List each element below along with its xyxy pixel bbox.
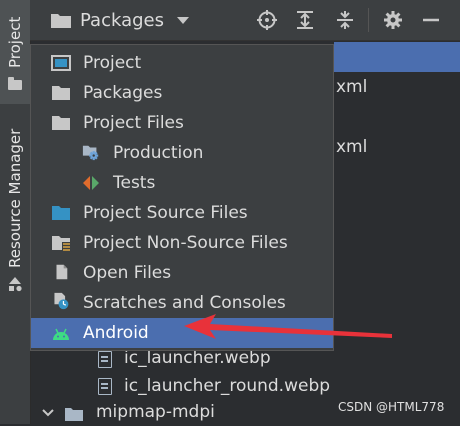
chevron-down-icon[interactable] [176,16,190,25]
minimize-button[interactable] [420,9,442,31]
menu-label: Tests [113,173,156,193]
tests-icon [83,176,99,190]
project-tool-tab[interactable]: Project [0,0,30,104]
tree-file-label: ic_launcher_round.webp [124,376,331,396]
menu-label: Scratches and Consoles [83,293,286,313]
webp-file-icon [98,378,112,395]
folder-icon [65,408,83,421]
settings-button[interactable] [382,9,404,31]
tree-selected-row[interactable] [334,42,460,72]
toolbar-divider [368,8,369,32]
resource-shapes-icon [9,277,22,292]
folder-icon [52,116,70,130]
watermark-text: CSDN @HTML778 [338,400,445,414]
menu-label: Open Files [83,263,172,283]
menu-label: Packages [83,83,163,103]
locate-icon [257,10,277,30]
menu-item-production[interactable]: Production [31,138,333,168]
menu-item-project-non-source-files[interactable]: Project Non-Source Files [31,228,333,258]
menu-label: Project Source Files [83,203,248,223]
tree-folder-label: mipmap-mdpi [96,402,215,422]
tree-row-ic-launcher-round[interactable]: ic_launcher_round.webp [96,374,356,400]
menu-label: Project [83,53,142,73]
collapse-all-icon [337,11,353,29]
menu-item-packages[interactable]: Packages [31,78,333,108]
source-folder-icon [52,206,70,220]
menu-item-open-files[interactable]: Open Files [31,258,333,288]
folder-icon [51,14,71,28]
view-selector-popup: Project Packages Project Files Productio… [30,44,334,351]
folder-icon [8,77,22,90]
menu-label: Production [113,143,204,163]
expand-all-button[interactable] [294,9,316,31]
menu-label: Project Files [83,113,184,133]
tree-file-label: ic_launcher.webp [124,348,271,368]
tree-text-xml-1[interactable]: xml [336,77,367,97]
non-source-folder-icon [52,236,70,251]
menu-label: Project Non-Source Files [83,233,288,253]
menu-item-project-files[interactable]: Project Files [31,108,333,138]
tool-window-strip: Project Resource Manager [0,0,31,424]
tree-row-mipmap-mdpi[interactable]: mipmap-mdpi [36,402,296,426]
resource-manager-label: Resource Manager [6,128,24,268]
view-selector-label[interactable]: Packages [80,10,164,31]
menu-label: Android [83,323,149,343]
menu-item-project-source-files[interactable]: Project Source Files [31,198,333,228]
resource-manager-tab[interactable]: Resource Manager [0,118,30,268]
minimize-icon [423,18,439,22]
gear-icon [384,11,402,29]
webp-file-icon [98,351,112,368]
expand-all-icon [297,11,313,29]
project-view-icon [51,55,71,71]
project-toolbar: Packages [30,0,460,41]
chevron-down-icon[interactable] [42,409,54,417]
project-tab-label: Project [6,16,24,68]
android-icon [53,328,69,340]
folder-icon [52,86,70,100]
tree-text-xml-2[interactable]: xml [336,137,367,157]
open-files-icon [56,264,68,280]
annotation-arrow [184,314,392,339]
menu-item-tests[interactable]: Tests [31,168,333,198]
scratches-icon [54,292,69,310]
menu-item-project[interactable]: Project [31,48,333,78]
production-gear-icon [82,145,99,161]
locate-button[interactable] [256,9,278,31]
collapse-all-button[interactable] [334,9,356,31]
